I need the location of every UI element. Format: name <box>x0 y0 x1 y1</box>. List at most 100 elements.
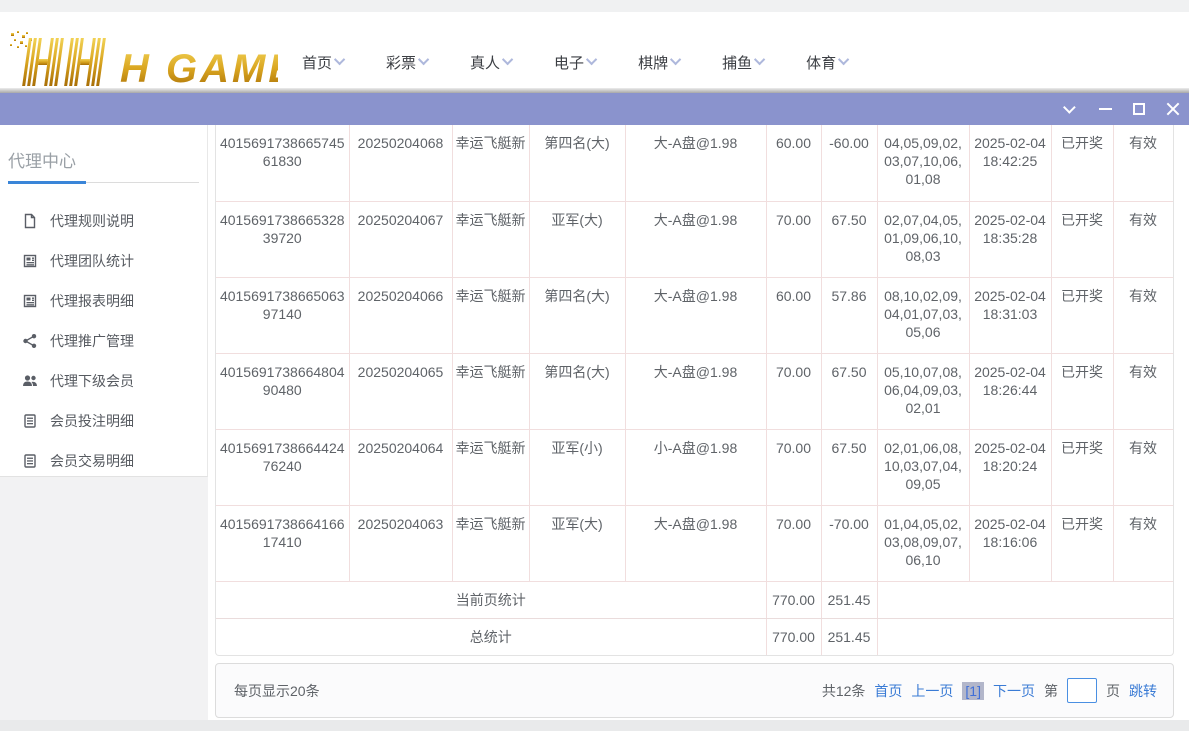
cell-time: 2025-02-04 18:31:03 <box>969 277 1051 353</box>
collapse-chevron-icon[interactable] <box>1061 99 1081 119</box>
sidebar-item[interactable]: 代理下级会员 <box>0 361 207 401</box>
chevron-down-icon <box>418 53 429 64</box>
summary-amount: 770.00 <box>766 618 821 655</box>
cell-play: 大-A盘@1.98 <box>625 201 766 277</box>
nav-item[interactable]: 体育 <box>806 52 849 73</box>
nav-item-label: 捕鱼 <box>722 52 752 73</box>
cell-play: 大-A盘@1.98 <box>625 505 766 581</box>
sidebar-item[interactable]: 代理推广管理 <box>0 321 207 361</box>
chevron-down-icon <box>838 53 849 64</box>
cell-status: 已开奖 <box>1051 505 1113 581</box>
cell-time: 2025-02-04 18:20:24 <box>969 429 1051 505</box>
table-row: 40156917386657456183020250204068幸运飞艇新第四名… <box>216 125 1173 201</box>
cell-win-loss: 67.50 <box>821 201 877 277</box>
pagination-bar: 每页显示20条 共12条 首页 上一页 [1] 下一页 第 页 跳转 <box>215 663 1174 718</box>
list-icon <box>22 453 38 469</box>
chevron-down-icon <box>502 53 513 64</box>
cell-amount: 60.00 <box>766 277 821 353</box>
cell-game: 幸运飞艇新 <box>452 201 529 277</box>
cell-issue: 20250204064 <box>349 429 452 505</box>
sidebar-item-label: 代理团队统计 <box>50 251 134 271</box>
prev-page-link[interactable]: 上一页 <box>911 681 953 701</box>
cell-time: 2025-02-04 18:42:25 <box>969 125 1051 201</box>
sidebar-item[interactable]: 代理规则说明 <box>0 201 207 241</box>
nav-item[interactable]: 真人 <box>470 52 513 73</box>
close-icon[interactable] <box>1163 99 1183 119</box>
sidebar-item-label: 代理报表明细 <box>50 291 134 311</box>
summary-row: 总统计770.00251.45 <box>216 618 1173 655</box>
chevron-down-icon <box>754 53 765 64</box>
cell-play: 小-A盘@1.98 <box>625 429 766 505</box>
jump-prefix-label: 第 <box>1044 681 1058 701</box>
cell-amount: 70.00 <box>766 353 821 429</box>
nav-item[interactable]: 首页 <box>302 52 345 73</box>
cell-bet: 亚军(大) <box>529 505 625 581</box>
cell-order-id: 401569173866442476240 <box>216 429 349 505</box>
cell-valid: 有效 <box>1113 201 1173 277</box>
first-page-link[interactable]: 首页 <box>874 681 902 701</box>
summary-win-loss: 251.45 <box>821 618 877 655</box>
logo-wordmark: H GAME <box>120 47 278 91</box>
cell-bet: 第四名(大) <box>529 353 625 429</box>
cell-order-id: 401569173866574561830 <box>216 125 349 201</box>
cell-result: 02,01,06,08,10,03,07,04,09,05 <box>877 429 969 505</box>
table-row: 40156917386650639714020250204066幸运飞艇新第四名… <box>216 277 1173 353</box>
cell-valid: 有效 <box>1113 429 1173 505</box>
cell-win-loss: -60.00 <box>821 125 877 201</box>
nav-item-label: 真人 <box>470 52 500 73</box>
sidebar-item-label: 代理下级会员 <box>50 371 134 391</box>
summary-win-loss: 251.45 <box>821 581 877 618</box>
jump-button[interactable]: 跳转 <box>1129 681 1157 701</box>
summary-amount: 770.00 <box>766 581 821 618</box>
current-page-badge[interactable]: [1] <box>962 682 984 700</box>
cell-order-id: 401569173866480490480 <box>216 353 349 429</box>
cell-issue: 20250204066 <box>349 277 452 353</box>
cell-game: 幸运飞艇新 <box>452 429 529 505</box>
nav-item[interactable]: 彩票 <box>386 52 429 73</box>
maximize-icon[interactable] <box>1129 99 1149 119</box>
share-icon <box>22 333 38 349</box>
summary-row: 当前页统计770.00251.45 <box>216 581 1173 618</box>
cell-game: 幸运飞艇新 <box>452 505 529 581</box>
minimize-icon[interactable] <box>1095 99 1115 119</box>
cell-amount: 70.00 <box>766 201 821 277</box>
window-controls <box>1061 93 1183 125</box>
cell-status: 已开奖 <box>1051 201 1113 277</box>
nav-item[interactable]: 棋牌 <box>638 52 681 73</box>
nav-item[interactable]: 电子 <box>554 52 597 73</box>
cell-game: 幸运飞艇新 <box>452 353 529 429</box>
cell-amount: 60.00 <box>766 125 821 201</box>
sidebar-item[interactable]: 会员投注明细 <box>0 401 207 441</box>
page-size-text: 每页显示20条 <box>234 681 320 701</box>
page-number-input[interactable] <box>1067 678 1097 703</box>
summary-empty <box>877 618 1173 655</box>
sidebar: 代理中心 代理规则说明代理团队统计代理报表明细代理推广管理代理下级会员会员投注明… <box>0 125 208 477</box>
sidebar-item[interactable]: 代理团队统计 <box>0 241 207 281</box>
cell-bet: 第四名(大) <box>529 125 625 201</box>
bottom-strip <box>0 720 1189 731</box>
cell-valid: 有效 <box>1113 277 1173 353</box>
next-page-link[interactable]: 下一页 <box>993 681 1035 701</box>
jump-suffix-label: 页 <box>1106 681 1120 701</box>
cell-time: 2025-02-04 18:16:06 <box>969 505 1051 581</box>
cell-issue: 20250204065 <box>349 353 452 429</box>
sidebar-item-label: 会员交易明细 <box>50 451 134 471</box>
nav-item[interactable]: 捕鱼 <box>722 52 765 73</box>
cell-status: 已开奖 <box>1051 429 1113 505</box>
cell-result: 04,05,09,02,03,07,10,06,01,08 <box>877 125 969 201</box>
nav-item-label: 电子 <box>554 52 584 73</box>
cell-game: 幸运飞艇新 <box>452 125 529 201</box>
table-row: 40156917386648049048020250204065幸运飞艇新第四名… <box>216 353 1173 429</box>
cell-game: 幸运飞艇新 <box>452 277 529 353</box>
sidebar-item-label: 会员投注明细 <box>50 411 134 431</box>
file-icon <box>22 213 38 229</box>
sidebar-item[interactable]: 代理报表明细 <box>0 281 207 321</box>
report-icon <box>22 253 38 269</box>
sidebar-item[interactable]: 会员交易明细 <box>0 441 207 481</box>
table-row: 40156917386641661741020250204063幸运飞艇新亚军(… <box>216 505 1173 581</box>
users-icon <box>22 373 38 389</box>
sidebar-item-label: 代理规则说明 <box>50 211 134 231</box>
sidebar-title: 代理中心 <box>8 147 207 172</box>
sidebar-item-label: 代理推广管理 <box>50 331 134 351</box>
cell-amount: 70.00 <box>766 505 821 581</box>
